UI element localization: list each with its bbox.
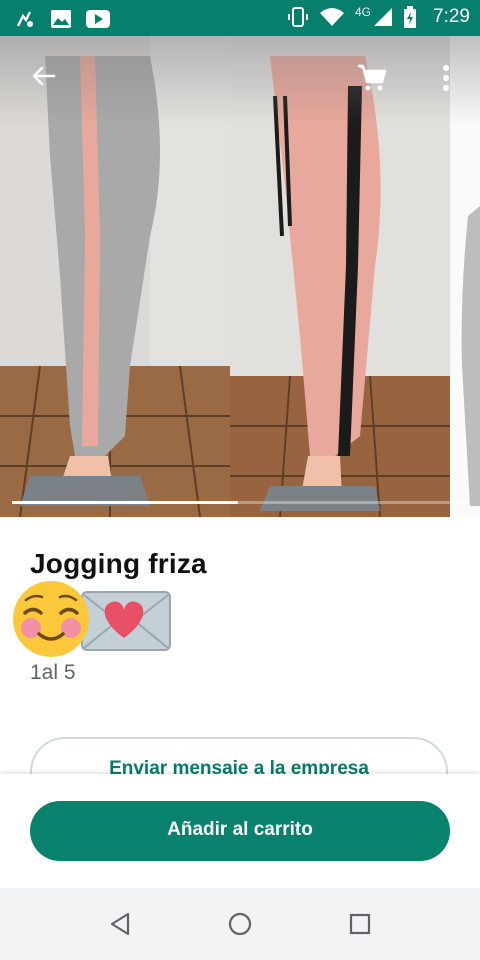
add-to-cart-label: Añadir al carrito [167,819,313,840]
wifi-icon [320,8,344,26]
system-status-icons: 4G 7:29 [287,5,470,28]
top-gradient [0,36,480,126]
nav-recents-icon[interactable] [342,906,378,942]
emoji-decoration [13,581,171,657]
notification-icons [14,8,110,30]
love-letter-icon [81,591,171,651]
cart-icon[interactable] [356,62,388,94]
vibrate-icon [288,7,308,27]
more-vertical-icon[interactable] [436,62,456,96]
status-bar: 4G 7:29 [0,0,480,36]
gallery-indicator-active [12,501,238,504]
product-image-gallery[interactable] [0,36,480,517]
system-navigation-bar [0,888,480,960]
battery-icon [404,6,417,28]
signal-icon [374,8,393,26]
youtube-icon [86,10,110,28]
nav-home-icon[interactable] [222,906,258,942]
gallery-icon [51,10,71,28]
app-notification-icon [16,11,33,27]
clock: 7:29 [433,6,470,27]
bottom-action-panel: Añadir al carrito [0,774,480,888]
product-title: Jogging friza [30,548,207,579]
add-to-cart-button[interactable]: Añadir al carrito [30,801,450,861]
nav-back-icon[interactable] [102,906,138,942]
smiling-face-icon [13,581,89,657]
network-type: 4G [355,5,372,19]
back-arrow-icon[interactable] [26,58,62,94]
product-description: 1al 5 [30,661,76,684]
